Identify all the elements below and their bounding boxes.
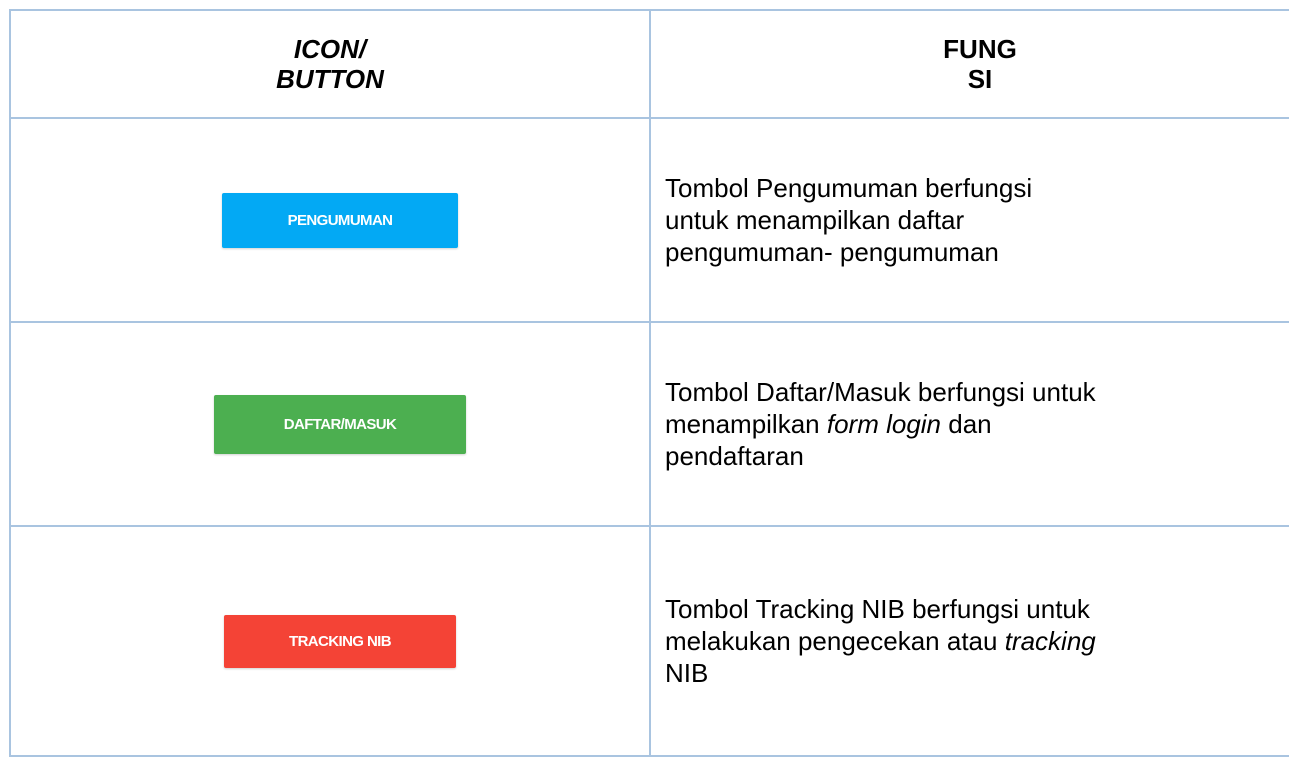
description-line: NIB	[665, 658, 709, 688]
description-emphasis: form login	[826, 409, 942, 439]
description-line: untuk menampilkan daftar	[665, 205, 965, 235]
button-cell: TRACKING NIB	[9, 525, 651, 757]
header-fungsi-line-2: SI	[967, 64, 993, 94]
description-line: melakukan pengecekan atau tracking	[665, 625, 1269, 657]
description-line: pengumuman- pengumuman	[665, 237, 999, 267]
header-icon-line-2: BUTTON	[276, 64, 384, 94]
description-cell: Tombol Daftar/Masuk berfungsi untuk mena…	[649, 321, 1289, 527]
header-icon-button: ICON/ BUTTON	[9, 9, 651, 119]
function-table: ICON/ BUTTON FUNG SI PENGUMUMAN Tombol P…	[9, 9, 1289, 757]
description-line: Tombol Tracking NIB berfungsi untuk	[665, 594, 1090, 624]
table-row: TRACKING NIB Tombol Tracking NIB berfung…	[9, 525, 1289, 757]
description-emphasis: tracking	[1004, 626, 1096, 656]
table-row: PENGUMUMAN Tombol Pengumuman berfungsi u…	[9, 117, 1289, 323]
button-cell: PENGUMUMAN	[9, 117, 651, 323]
table-header-row: ICON/ BUTTON FUNG SI	[9, 9, 1289, 119]
description-cell: Tombol Tracking NIB berfungsi untuk mela…	[649, 525, 1289, 757]
description-text: dan	[941, 409, 992, 439]
header-fungsi: FUNG SI	[649, 9, 1289, 119]
button-cell: DAFTAR/MASUK	[9, 321, 651, 527]
description-line: Tombol Pengumuman berfungsi	[665, 173, 1033, 203]
description-text: melakukan pengecekan atau	[665, 626, 1005, 656]
description-line: menampilkan form login dan	[665, 408, 1269, 440]
header-fungsi-line-1: FUNG	[943, 34, 1017, 64]
description-text: menampilkan	[665, 409, 827, 439]
table-row: DAFTAR/MASUK Tombol Daftar/Masuk berfung…	[9, 321, 1289, 527]
header-icon-line-1: ICON/	[293, 34, 367, 64]
description-line: Tombol Daftar/Masuk berfungsi untuk	[665, 377, 1096, 407]
tracking-nib-button[interactable]: TRACKING NIB	[224, 614, 456, 668]
description-line: pendaftaran	[665, 441, 804, 471]
description-cell: Tombol Pengumuman berfungsi untuk menamp…	[649, 117, 1289, 323]
pengumuman-button[interactable]: PENGUMUMAN	[222, 192, 458, 248]
daftar-masuk-button[interactable]: DAFTAR/MASUK	[214, 394, 466, 454]
